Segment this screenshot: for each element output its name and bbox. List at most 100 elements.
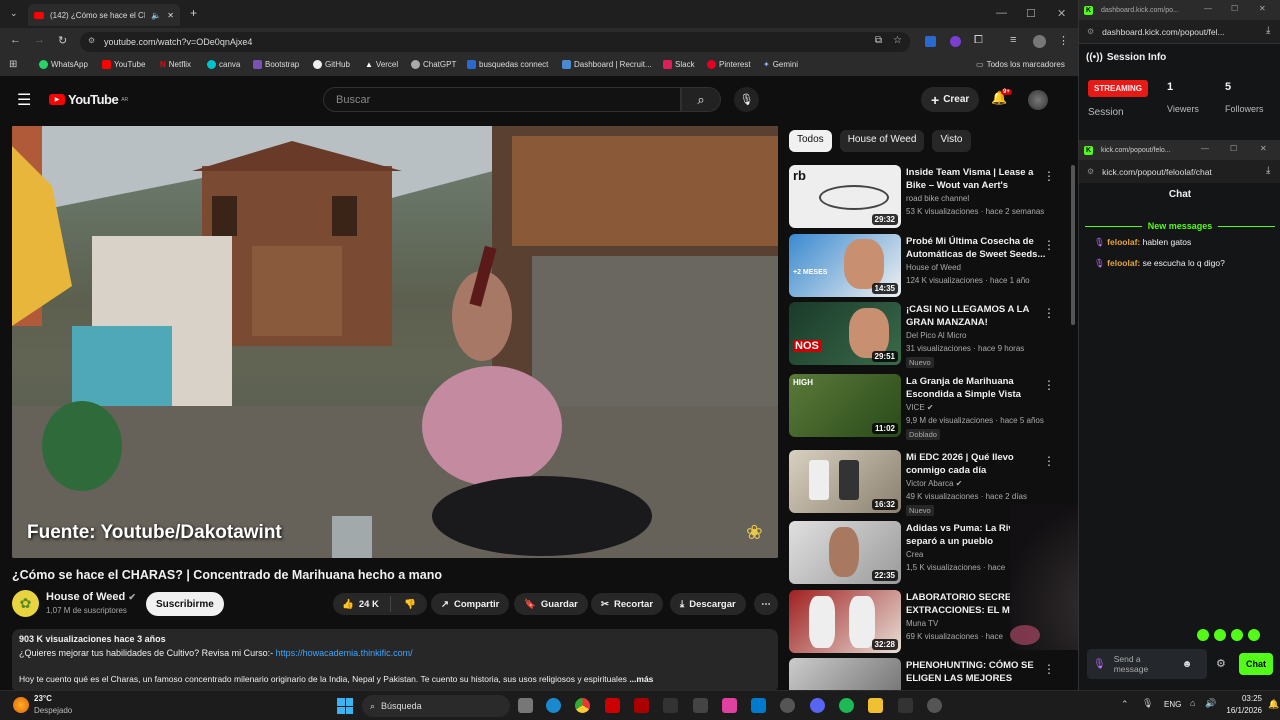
chat-username[interactable]: feloolaf: [1107, 237, 1140, 247]
chat-username[interactable]: feloolaf: [1107, 258, 1140, 268]
app-icon[interactable] [693, 698, 708, 713]
notification-center-icon[interactable]: 🔔 [1268, 699, 1279, 710]
bookmark-whatsapp[interactable]: WhatsApp [39, 60, 88, 69]
discord-icon[interactable] [810, 698, 825, 713]
emote-icon[interactable] [1214, 629, 1226, 641]
extension-icon[interactable] [950, 36, 961, 47]
thumbnail[interactable]: rb 29:32 [789, 165, 901, 228]
chip-visto[interactable]: Visto [932, 130, 971, 152]
chip-todos[interactable]: Todos [789, 130, 832, 152]
bookmark-busquedas[interactable]: busquedas connect [467, 60, 548, 69]
thumbnail[interactable]: 32:28 [789, 590, 901, 653]
emote-icon[interactable] [1248, 629, 1260, 641]
back-icon[interactable]: ← [10, 34, 21, 46]
bookmark-pinterest[interactable]: Pinterest [707, 60, 751, 69]
all-bookmarks[interactable]: ▭ Todos los marcadores [976, 60, 1065, 69]
chip-house-of-weed[interactable]: House of Weed [839, 130, 925, 152]
maximize-icon[interactable]: ☐ [1026, 7, 1036, 20]
save-button[interactable]: 🔖 Guardar [514, 593, 588, 615]
bookmark-youtube[interactable]: YouTube [102, 60, 145, 69]
video-description[interactable]: 903 K visualizaciones hace 3 años ¿Quier… [12, 629, 778, 693]
search-button[interactable]: ⌕ [681, 87, 721, 112]
more-vertical-icon[interactable]: ⋮ [1043, 306, 1055, 320]
share-button[interactable]: ↗ Compartir [431, 593, 510, 615]
show-more-link[interactable]: ...más [629, 674, 653, 684]
subscribe-button[interactable]: Suscribirme [146, 592, 224, 616]
download-icon[interactable]: ⤓ [1266, 165, 1270, 176]
weather-icon[interactable] [13, 697, 29, 713]
app-icon[interactable] [634, 698, 649, 713]
edge-icon[interactable] [546, 698, 561, 713]
extensions-puzzle-icon[interactable]: ⧠ [974, 34, 983, 47]
bookmark-star-icon[interactable]: ☆ [893, 35, 902, 46]
voice-search-button[interactable]: 🎙 [734, 87, 759, 112]
list-item[interactable]: PHENOHUNTING: CÓMO SE ELIGEN LAS MEJORES… [789, 658, 1071, 690]
channel-name[interactable]: House of Weed ✔ [46, 591, 136, 603]
windows-start-icon[interactable] [337, 698, 353, 714]
minimize-icon[interactable]: — [1201, 144, 1209, 153]
vscode-icon[interactable] [751, 698, 766, 713]
thumbnail[interactable]: +2 MESES 14:35 [789, 234, 901, 297]
maximize-icon[interactable]: ☐ [1230, 144, 1237, 153]
create-button[interactable]: + Crear [921, 87, 980, 112]
file-explorer-icon[interactable] [868, 698, 883, 713]
new-tab-button[interactable]: + [190, 6, 197, 20]
app-icon[interactable] [780, 698, 795, 713]
chat-input[interactable]: 🎙 Send a message ☻ [1087, 649, 1207, 679]
more-vertical-icon[interactable]: ⋮ [1043, 238, 1055, 252]
app-icon[interactable] [605, 698, 620, 713]
list-item[interactable]: NOS 29:51 ¡CASI NO LLEGAMOS A LA GRAN MAN… [789, 302, 1071, 368]
app-icon[interactable] [898, 698, 913, 713]
profile-avatar[interactable] [1033, 35, 1046, 48]
tab-active[interactable]: (142) ¿Cómo se hace el CH... 🔈 ✕ [28, 4, 180, 26]
maximize-icon[interactable]: ☐ [1231, 4, 1238, 13]
like-button[interactable]: 👍 24 K [333, 596, 391, 612]
download-icon[interactable]: ⤓ [1266, 25, 1270, 36]
hamburger-menu-icon[interactable]: ☰ [17, 90, 31, 110]
taskbar-search[interactable]: ⌕ Búsqueda [362, 695, 510, 717]
apps-grid-icon[interactable]: ⊞ [9, 59, 17, 70]
bookmark-bootstrap[interactable]: Bootstrap [253, 60, 299, 69]
app-icon[interactable] [663, 698, 678, 713]
tab-close-icon[interactable]: ✕ [167, 11, 174, 20]
avatar[interactable] [1028, 90, 1048, 110]
clock-date[interactable]: 16/1/2026 [1218, 706, 1262, 715]
bookmark-canva[interactable]: canva [207, 60, 240, 69]
list-item[interactable]: +2 MESES 14:35 Probé Mi Última Cosecha de… [789, 234, 1071, 298]
clock-time[interactable]: 03:25 [1222, 694, 1262, 703]
forward-icon[interactable]: → [34, 34, 45, 46]
close-icon[interactable]: ✕ [1260, 144, 1267, 153]
settings-gear-icon[interactable]: ⚙ [1216, 657, 1226, 670]
minimize-icon[interactable]: — [996, 7, 1007, 19]
close-window-icon[interactable]: ✕ [1057, 7, 1066, 20]
site-info-icon[interactable]: ⚙ [88, 36, 95, 45]
more-vertical-icon[interactable]: ⋮ [1043, 169, 1055, 183]
more-vertical-icon[interactable]: ⋮ [1043, 378, 1055, 392]
emote-icon[interactable] [1231, 629, 1243, 641]
bookmark-dashboard[interactable]: Dashboard | Recruit... [562, 60, 652, 69]
minimize-icon[interactable]: — [1204, 4, 1212, 13]
reload-icon[interactable]: ↻ [58, 34, 67, 47]
send-chat-button[interactable]: Chat [1239, 653, 1273, 675]
bookmark-slack[interactable]: Slack [663, 60, 695, 69]
clip-button[interactable]: ✂ Recortar [591, 593, 664, 615]
tray-chevron-icon[interactable]: ⌃ [1121, 699, 1129, 710]
browser-menu-icon[interactable]: ⋮ [1058, 34, 1069, 47]
speaker-icon[interactable]: 🔈 [151, 11, 161, 20]
close-icon[interactable]: ✕ [1259, 4, 1266, 13]
bookmark-gemini[interactable]: ✦ Gemini [763, 60, 798, 69]
emoji-icon[interactable]: ☻ [1182, 659, 1193, 670]
extension-icon[interactable] [925, 36, 936, 47]
channel-avatar[interactable]: ✿ [12, 590, 39, 617]
language-indicator[interactable]: ENG [1164, 700, 1181, 709]
thumbnail[interactable]: NOS 29:51 [789, 302, 901, 365]
thumbnail[interactable]: 16:32 [789, 450, 901, 513]
tab-list-icon[interactable]: ⌄ [10, 8, 18, 19]
bookmark-chatgpt[interactable]: ChatGPT [411, 60, 456, 69]
url-field[interactable]: ⚙ youtube.com/watch?v=ODe0qnAjxe4 ⧉ ☆ [80, 32, 910, 52]
download-button[interactable]: ⤓ Descargar [670, 593, 746, 615]
thumbnail[interactable] [789, 658, 901, 690]
video-player[interactable]: Fuente: Youtube/Dakotawint ❀ [12, 126, 778, 558]
site-info-icon[interactable]: ⚙ [1087, 27, 1094, 36]
spotify-icon[interactable] [839, 698, 854, 713]
